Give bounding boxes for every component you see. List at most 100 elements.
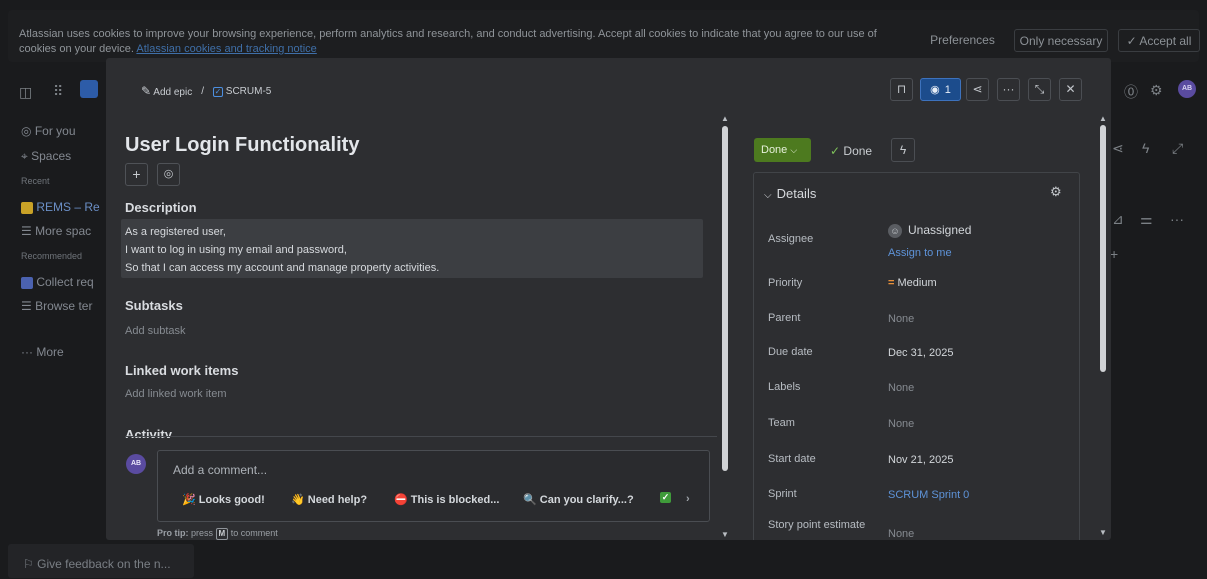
add-linked-item-button[interactable]: Add linked work item bbox=[125, 388, 227, 400]
add-button[interactable]: + bbox=[125, 163, 148, 186]
description-line: I want to log in using my email and pass… bbox=[125, 244, 347, 256]
scroll-down-icon[interactable]: ▼ bbox=[1099, 528, 1107, 537]
due-date-label: Due date bbox=[768, 346, 813, 358]
cookie-text: Atlassian uses cookies to improve your b… bbox=[19, 27, 899, 57]
collapse-button[interactable]: ⤡ bbox=[1028, 78, 1051, 101]
sidebar-item-more[interactable]: ··· More bbox=[21, 345, 64, 359]
sidebar-item-more-spaces[interactable]: ☰ More spac bbox=[21, 224, 91, 238]
filter-icon-bg[interactable]: ⚌ bbox=[1140, 211, 1153, 228]
watcher-count: 1 bbox=[944, 83, 951, 96]
cookie-notice-link[interactable]: Atlassian cookies and tracking notice bbox=[136, 43, 316, 55]
team-label: Team bbox=[768, 417, 795, 429]
team-value[interactable]: None bbox=[888, 418, 914, 430]
gear-icon[interactable]: ⚙ bbox=[1050, 184, 1062, 200]
feedback-label: Give feedback on the n... bbox=[37, 557, 171, 571]
scroll-up-icon[interactable]: ▲ bbox=[1099, 114, 1107, 123]
comment-placeholder: Add a comment... bbox=[173, 463, 268, 477]
description-line: As a registered user, bbox=[125, 226, 226, 238]
modal-header: ✎ Add epic / ✓ SCRUM-5 ⊓ ◉ 1 ⋖ ··· ⤡ ✕ bbox=[106, 58, 1111, 108]
chart-icon-bg[interactable]: ⊿ bbox=[1112, 211, 1124, 228]
comment-input[interactable]: Add a comment... 🎉 Looks good! 👋 Need he… bbox=[157, 450, 710, 522]
status-dropdown[interactable]: Done ⌵ bbox=[754, 138, 811, 162]
sidebar-item-project[interactable]: REMS – Re bbox=[21, 200, 100, 214]
add-subtask-button[interactable]: Add subtask bbox=[125, 325, 186, 337]
issue-title[interactable]: User Login Functionality bbox=[125, 134, 359, 157]
sidebar-item-for-you[interactable]: ◎ For you bbox=[21, 124, 76, 138]
story-points-value[interactable]: None bbox=[888, 528, 914, 540]
activity-divider bbox=[125, 436, 717, 437]
details-toggle[interactable]: ⌵ Details bbox=[764, 186, 816, 201]
description-field[interactable]: As a registered user, I want to log in u… bbox=[121, 219, 703, 278]
scroll-down-icon[interactable]: ▼ bbox=[721, 530, 729, 539]
quick-reply-clarify[interactable]: 🔍 Can you clarify...? bbox=[523, 493, 634, 506]
quick-reply-need-help[interactable]: 👋 Need help? bbox=[291, 493, 367, 506]
share-icon-bg[interactable]: ⋖ bbox=[1112, 140, 1124, 157]
assignee-label: Assignee bbox=[768, 233, 814, 245]
feedback-button[interactable]: ⚐ Give feedback on the n... bbox=[8, 544, 194, 578]
accept-all-button[interactable]: ✓ Accept all bbox=[1118, 29, 1200, 52]
more-icon: ··· bbox=[1002, 82, 1015, 96]
sprint-label: Sprint bbox=[768, 488, 797, 500]
description-line: So that I can access my account and mana… bbox=[125, 262, 440, 274]
pro-tip-key: M bbox=[215, 528, 229, 540]
sidebar-item-browse[interactable]: ☰ Browse ter bbox=[21, 299, 92, 313]
expand-icon-bg[interactable]: ⤢ bbox=[1172, 140, 1183, 157]
issue-key-link[interactable]: ✓ SCRUM-5 bbox=[213, 86, 271, 97]
lock-button[interactable]: ⊓ bbox=[890, 78, 913, 101]
share-button[interactable]: ⋖ bbox=[966, 78, 989, 101]
more-icon-bg[interactable]: ··· bbox=[1170, 211, 1184, 227]
story-points-label: Story point estimate bbox=[768, 519, 866, 531]
sidebar-item-spaces[interactable]: ⌖ Spaces bbox=[21, 149, 71, 164]
user-icon: ☺ bbox=[888, 224, 902, 238]
help-icon[interactable]: ⓪ bbox=[1124, 82, 1138, 102]
automation-button[interactable]: ϟ bbox=[891, 138, 915, 162]
due-date-value[interactable]: Dec 31, 2025 bbox=[888, 347, 953, 359]
labels-label: Labels bbox=[768, 381, 801, 393]
eye-icon: ◉ bbox=[930, 84, 940, 96]
assignee-value[interactable]: ☺ Unassigned bbox=[888, 223, 971, 238]
close-button[interactable]: ✕ bbox=[1059, 78, 1082, 101]
priority-value[interactable]: = Medium bbox=[888, 277, 937, 289]
checkmark-icon[interactable]: ✓ bbox=[660, 492, 671, 503]
scroll-up-icon[interactable]: ▲ bbox=[721, 114, 729, 123]
right-scrollbar[interactable] bbox=[1100, 125, 1106, 372]
plus-icon-bg[interactable]: + bbox=[1110, 246, 1118, 262]
settings-icon[interactable]: ⚙ bbox=[1150, 82, 1163, 99]
user-avatar[interactable]: AB bbox=[1178, 80, 1196, 98]
only-necessary-button[interactable]: Only necessary bbox=[1014, 29, 1108, 52]
assign-to-me-link[interactable]: Assign to me bbox=[888, 247, 952, 259]
sidebar-label: Collect req bbox=[36, 275, 94, 289]
sidebar-label: Spaces bbox=[31, 149, 72, 163]
resolution-label: Done bbox=[843, 144, 873, 158]
linked-items-heading: Linked work items bbox=[125, 363, 239, 378]
megaphone-icon: ⚐ bbox=[23, 557, 34, 571]
quick-reply-looks-good[interactable]: 🎉 Looks good! bbox=[182, 493, 265, 506]
chevron-right-icon[interactable]: › bbox=[686, 493, 690, 505]
watch-button[interactable]: ◉ 1 bbox=[920, 78, 961, 101]
sidebar-item-collect[interactable]: Collect req bbox=[21, 275, 94, 289]
preferences-button[interactable]: Preferences bbox=[919, 29, 1006, 52]
issue-modal: ✎ Add epic / ✓ SCRUM-5 ⊓ ◉ 1 ⋖ ··· ⤡ ✕ Us… bbox=[106, 58, 1111, 540]
jira-logo-icon[interactable] bbox=[80, 80, 98, 98]
start-date-value[interactable]: Nov 21, 2025 bbox=[888, 454, 953, 466]
share-icon: ⋖ bbox=[972, 82, 983, 96]
add-epic-button[interactable]: ✎ Add epic bbox=[141, 84, 192, 98]
app-switcher-icon[interactable]: ⠿ bbox=[53, 83, 63, 100]
sprint-value[interactable]: SCRUM Sprint 0 bbox=[888, 489, 969, 501]
labels-value[interactable]: None bbox=[888, 382, 914, 394]
parent-label: Parent bbox=[768, 312, 801, 324]
automation-icon-bg[interactable]: ϟ bbox=[1142, 140, 1149, 156]
details-heading: Details bbox=[776, 186, 817, 201]
more-actions-button[interactable]: ··· bbox=[997, 78, 1020, 101]
priority-name: Medium bbox=[897, 277, 937, 289]
sidebar-toggle-icon[interactable]: ◫ bbox=[19, 84, 32, 101]
parent-value[interactable]: None bbox=[888, 313, 914, 325]
left-scrollbar[interactable] bbox=[722, 126, 728, 471]
breadcrumb: ✎ Add epic / ✓ SCRUM-5 bbox=[141, 84, 271, 98]
apps-button[interactable]: ◎ bbox=[157, 163, 180, 186]
quick-reply-blocked[interactable]: ⛔ This is blocked... bbox=[394, 493, 499, 506]
breadcrumb-separator: / bbox=[201, 85, 204, 97]
priority-label: Priority bbox=[768, 277, 803, 289]
collapse-icon: ⤡ bbox=[1034, 82, 1045, 96]
pro-tip-prefix: Pro tip: bbox=[157, 528, 189, 538]
